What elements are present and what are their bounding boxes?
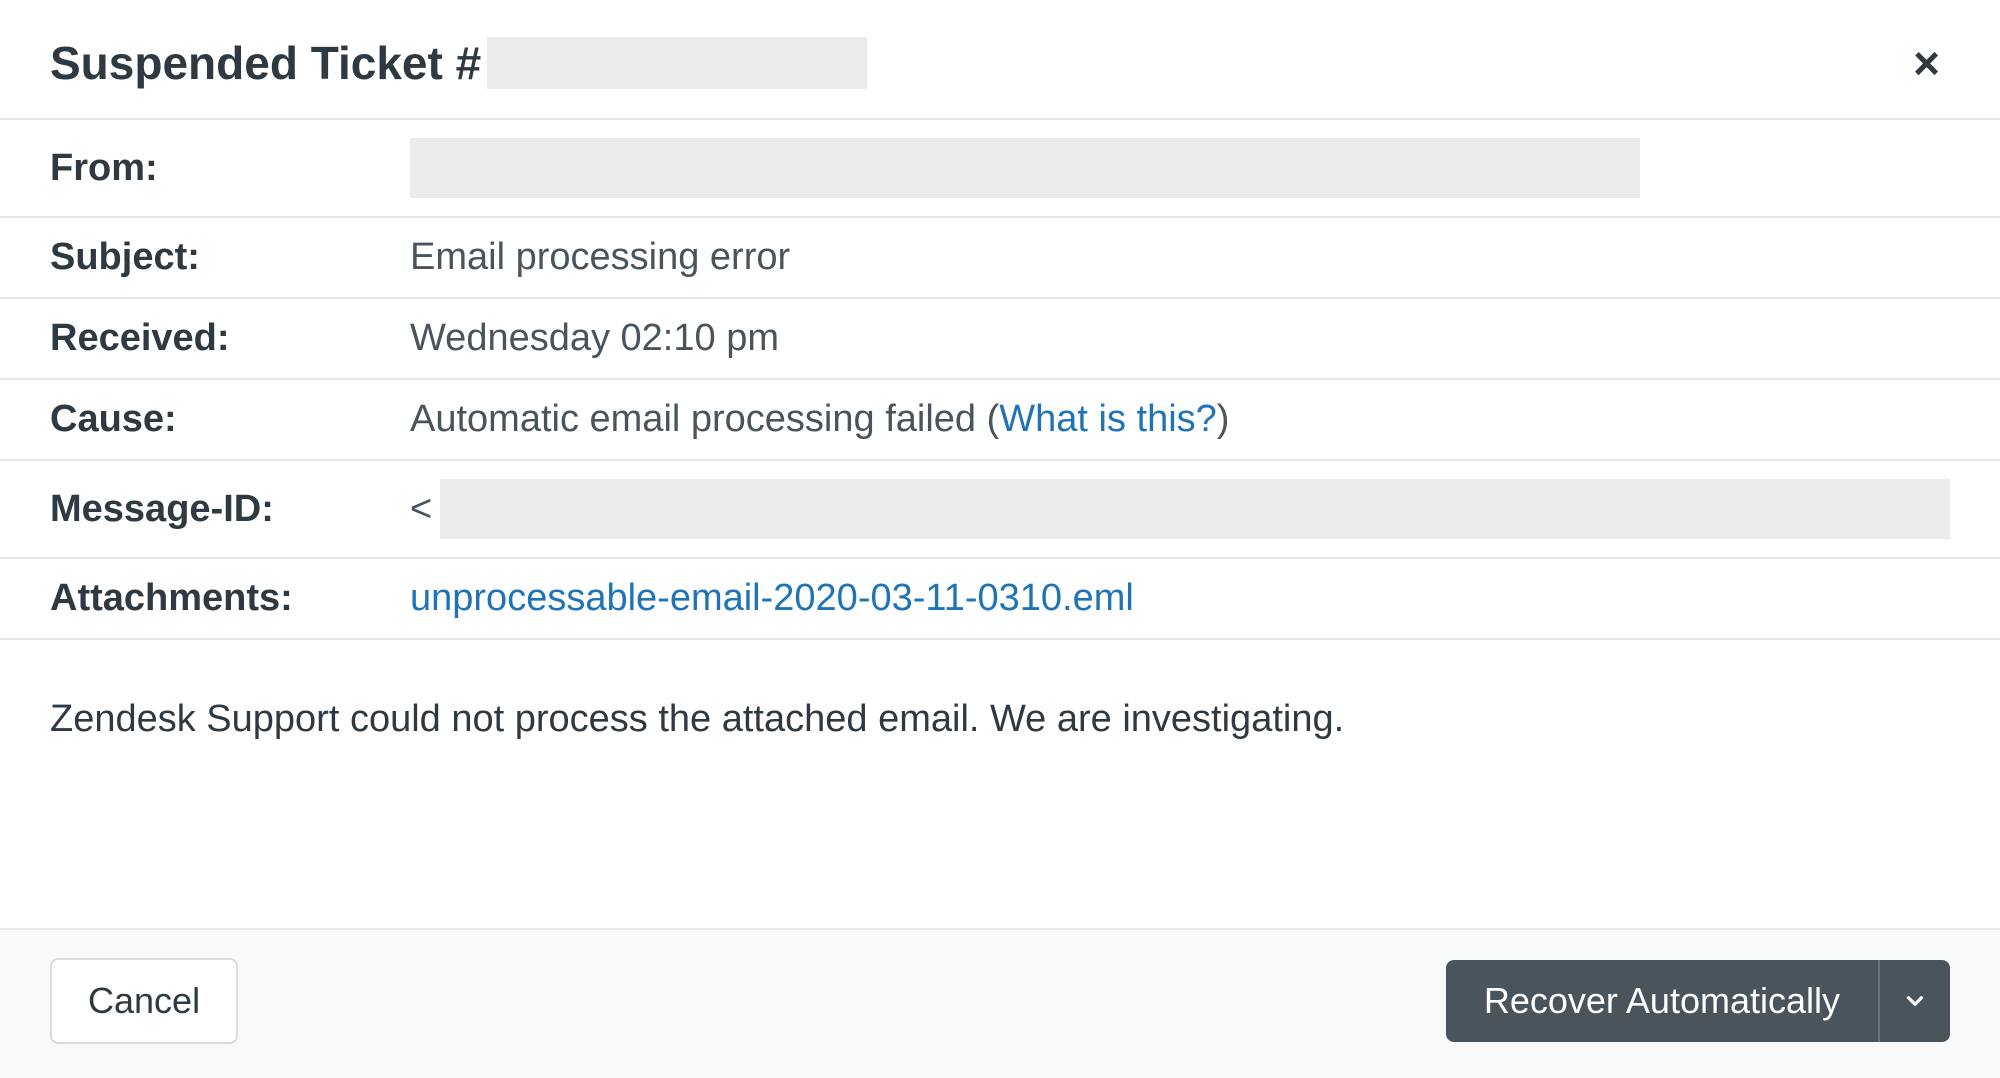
cancel-button[interactable]: Cancel <box>50 958 238 1044</box>
modal-footer: Cancel Recover Automatically <box>0 928 2000 1078</box>
chevron-down-icon <box>1902 988 1928 1014</box>
value-received: Wednesday 02:10 pm <box>410 317 1950 360</box>
cause-text-suffix: ) <box>1217 398 1230 441</box>
recover-automatically-button[interactable]: Recover Automatically <box>1446 960 1878 1042</box>
value-subject: Email processing error <box>410 236 1950 279</box>
modal-header: Suspended Ticket # × <box>0 0 2000 118</box>
row-received: Received: Wednesday 02:10 pm <box>0 299 2000 380</box>
row-message-id: Message-ID: < <box>0 461 2000 559</box>
value-message-id: < <box>410 479 1950 539</box>
row-subject: Subject: Email processing error <box>0 218 2000 299</box>
cause-text-prefix: Automatic email processing failed ( <box>410 398 999 441</box>
value-cause: Automatic email processing failed (What … <box>410 398 1950 441</box>
label-message-id: Message-ID: <box>50 488 410 531</box>
recover-button-group: Recover Automatically <box>1446 960 1950 1042</box>
label-received: Received: <box>50 317 410 360</box>
recover-dropdown-button[interactable] <box>1878 960 1950 1042</box>
value-from <box>410 138 1950 198</box>
close-icon: × <box>1913 37 1940 89</box>
label-cause: Cause: <box>50 398 410 441</box>
value-attachments: unprocessable-email-2020-03-11-0310.eml <box>410 577 1950 620</box>
label-from: From: <box>50 147 410 190</box>
detail-list: From: Subject: Email processing error Re… <box>0 118 2000 640</box>
message-id-prefix: < <box>410 488 432 531</box>
ticket-number-redacted <box>487 37 867 89</box>
row-attachments: Attachments: unprocessable-email-2020-03… <box>0 559 2000 640</box>
modal-title: Suspended Ticket # <box>50 36 867 90</box>
title-prefix: Suspended Ticket # <box>50 36 481 90</box>
close-button[interactable]: × <box>1903 36 1950 90</box>
what-is-this-link[interactable]: What is this? <box>999 398 1217 441</box>
from-redacted <box>410 138 1640 198</box>
row-from: From: <box>0 120 2000 218</box>
label-attachments: Attachments: <box>50 577 410 620</box>
row-cause: Cause: Automatic email processing failed… <box>0 380 2000 461</box>
message-id-redacted <box>440 479 1950 539</box>
suspended-ticket-modal: Suspended Ticket # × From: Subject: Emai… <box>0 0 2000 1078</box>
body-message: Zendesk Support could not process the at… <box>0 640 2000 928</box>
label-subject: Subject: <box>50 236 410 279</box>
attachment-link[interactable]: unprocessable-email-2020-03-11-0310.eml <box>410 577 1134 620</box>
